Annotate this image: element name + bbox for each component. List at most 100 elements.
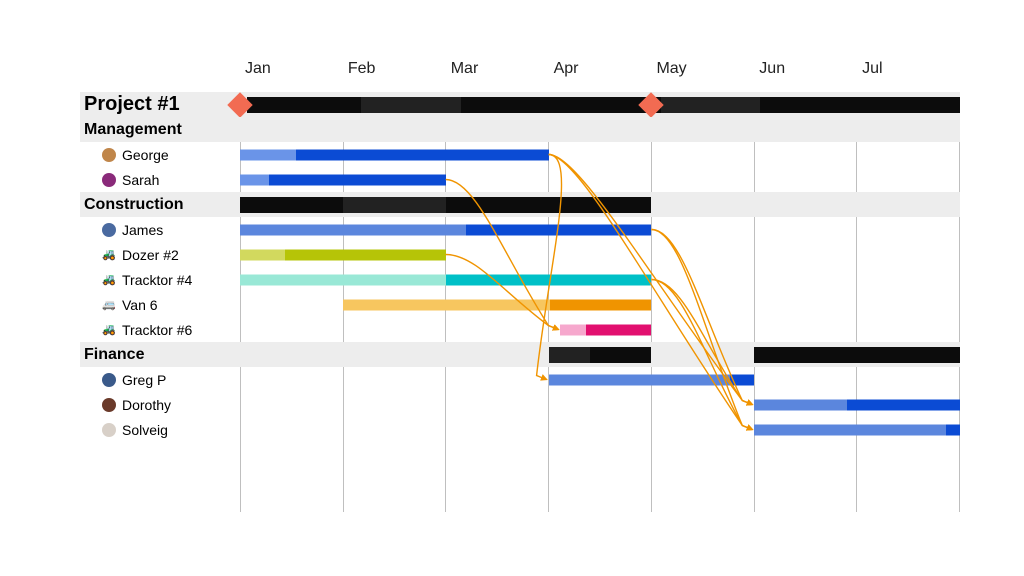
gantt-bar-segment [461,97,661,113]
gantt-bar[interactable] [560,324,651,335]
gantt-bar-segment [550,299,652,310]
gantt-bar-segment [296,149,549,160]
row-label-text: Construction [84,196,184,214]
month-label: Jan [240,60,343,92]
month-label: May [651,60,754,92]
avatar-icon [102,223,116,237]
gantt-bar[interactable] [240,249,446,260]
gantt-bar-segment [240,224,466,235]
gantt-bar-segment [760,97,960,113]
gantt-bar[interactable] [754,424,960,435]
avatar-icon [102,373,116,387]
gantt-bar-segment [446,197,652,213]
row-label: Dorothy [80,397,240,413]
task-row: Sarah [80,167,960,192]
gantt-bar-segment [446,274,652,285]
avatar-icon [102,398,116,412]
task-row: James [80,217,960,242]
row-label: 🚜Tracktor #4 [80,272,240,288]
section-row: Management [80,117,960,142]
row-label-text: Dorothy [122,397,171,413]
gantt-bar-segment [590,347,652,363]
avatar-icon [102,423,116,437]
row-label-text: Tracktor #6 [122,322,192,338]
gantt-bar-segment [730,374,755,385]
task-row: George [80,142,960,167]
row-label: Management [80,121,240,139]
month-labels: JanFebMarAprMayJunJul [240,60,960,92]
gantt-bar[interactable] [240,174,446,185]
gantt-bar[interactable] [754,347,960,363]
gantt-bar-segment [754,347,960,363]
row-label-text: Van 6 [122,297,158,313]
gantt-bar[interactable] [549,347,652,363]
row-label-text: Greg P [122,372,166,388]
row-label: 🚜 Dozer #2 [80,247,240,263]
task-row: Solveig [80,417,960,442]
gantt-bar-segment [754,424,945,435]
gantt-bar-segment [269,174,446,185]
row-label: Sarah [80,172,240,188]
row-label: Finance [80,346,240,364]
avatar-icon [102,148,116,162]
task-row: 🚐Van 6 [80,292,960,317]
gantt-bar[interactable] [549,374,755,385]
row-label: Construction [80,196,240,214]
bar-zone [240,192,960,217]
section-row: Finance [80,342,960,367]
gantt-bar-segment [240,274,446,285]
row-label: 🚐Van 6 [80,297,240,313]
bar-zone [240,292,960,317]
gantt-bar-segment [240,249,285,260]
task-row: Greg P [80,367,960,392]
gantt-bar-segment [343,299,550,310]
row-label: Project #1 [80,93,240,116]
gantt-chart: JanFebMarAprMayJunJul Project #1 Manageme… [80,60,960,442]
bar-zone [240,267,960,292]
gantt-bar[interactable] [343,299,652,310]
bar-zone [240,142,960,167]
gantt-bar-segment [240,174,269,185]
row-label: Solveig [80,422,240,438]
task-row: 🚜 Tracktor #6 [80,317,960,342]
row-label-text: Sarah [122,172,159,188]
month-label: Apr [549,60,652,92]
gantt-bar[interactable] [240,224,651,235]
gantt-bar-segment [549,374,730,385]
gantt-bar-segment [560,324,585,335]
gantt-bar-segment [586,324,652,335]
row-label-text: Dozer #2 [122,247,179,263]
row-label-text: George [122,147,169,163]
gantt-bar-segment [946,424,960,435]
gantt-bar-segment [549,347,590,363]
bar-zone [240,92,960,117]
gantt-bar[interactable] [240,197,651,213]
gantt-bar-segment [240,149,296,160]
gantt-bar-segment [361,97,461,113]
gantt-bar-segment [661,97,761,113]
month-label: Jun [754,60,857,92]
resource-icon: 🚜 [102,248,116,262]
row-label-text: Finance [84,346,144,364]
row-label: James [80,222,240,238]
avatar-icon [102,173,116,187]
timeline-header: JanFebMarAprMayJunJul [240,60,960,92]
gantt-bar[interactable] [754,399,960,410]
gantt-bar[interactable] [240,274,651,285]
bar-zone [240,217,960,242]
row-label-text: Management [84,121,182,139]
resource-icon: 🚜 [102,323,116,337]
bar-zone [240,317,960,342]
bar-zone [240,242,960,267]
month-label: Jul [857,60,960,92]
gantt-bar[interactable] [247,97,960,113]
gantt-bar-segment [343,197,446,213]
row-label: George [80,147,240,163]
row-label: Greg P [80,372,240,388]
task-row: 🚜 Dozer #2 [80,242,960,267]
gantt-bar-segment [847,399,960,410]
project-row: Project #1 [80,92,960,117]
gantt-bar[interactable] [240,149,549,160]
row-label-text: Solveig [122,422,168,438]
bar-zone [240,417,960,442]
